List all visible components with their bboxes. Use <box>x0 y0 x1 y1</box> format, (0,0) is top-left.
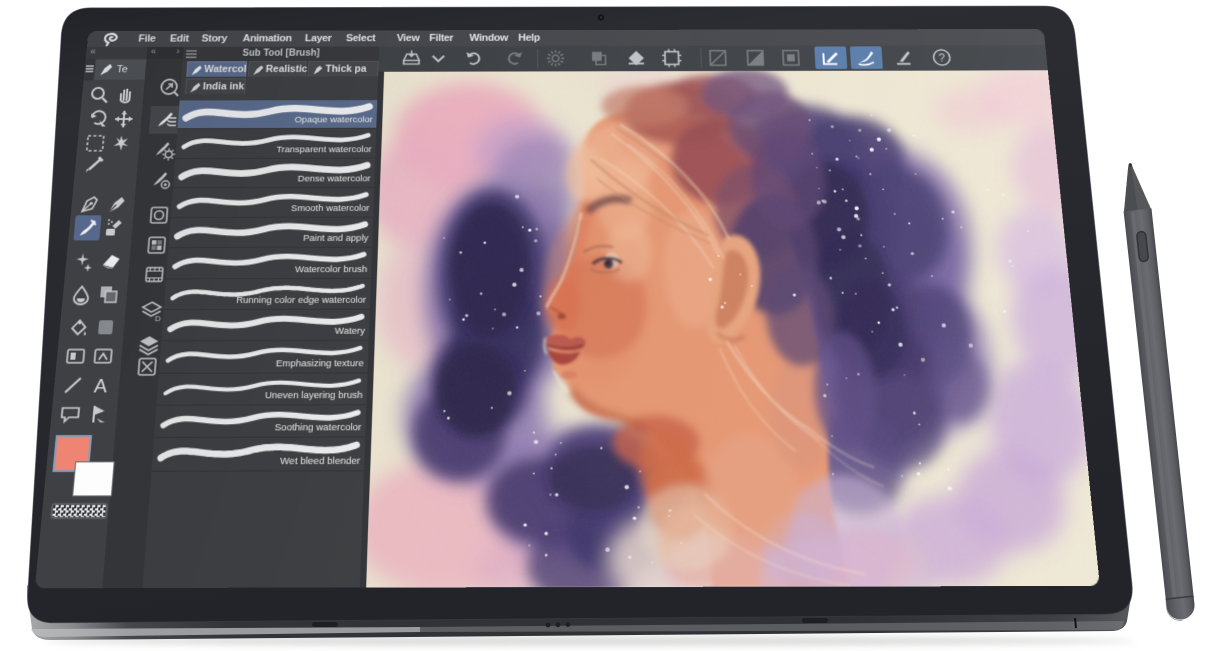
svg-text:D: D <box>155 314 162 324</box>
svg-text:?: ? <box>938 53 945 65</box>
svg-text:A: A <box>93 375 108 397</box>
